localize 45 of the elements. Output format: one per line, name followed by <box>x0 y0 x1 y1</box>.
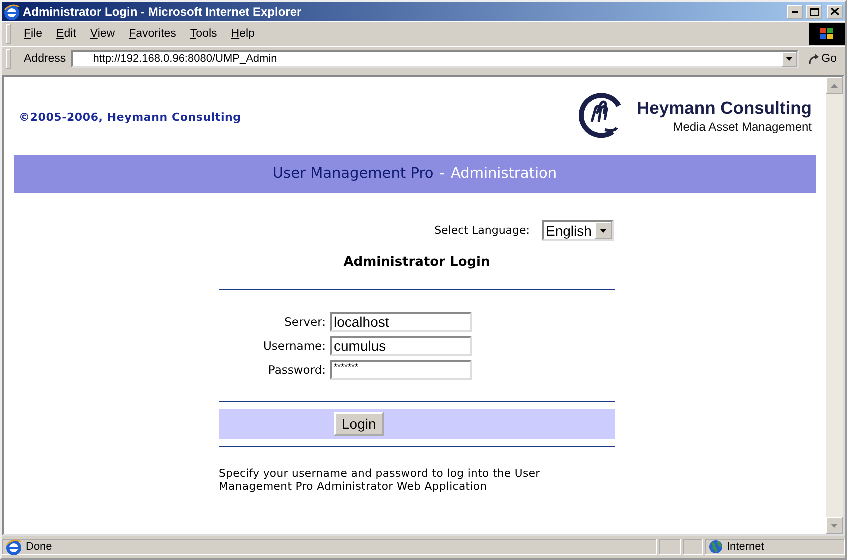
status-panel <box>659 539 681 555</box>
address-label: Address <box>23 53 66 65</box>
language-label: Select Language: <box>434 224 530 237</box>
menu-item[interactable]: Edit <box>50 28 84 40</box>
menu-item[interactable]: File <box>17 28 50 40</box>
window-title: Administrator Login - Microsoft Internet Explorer <box>23 4 303 18</box>
close-button[interactable] <box>827 4 843 18</box>
minimize-icon <box>792 10 798 12</box>
scroll-down-icon <box>831 524 838 528</box>
title-separator: - <box>440 166 445 182</box>
menu-item[interactable]: Tools <box>183 28 224 40</box>
go-arrow-icon <box>808 53 820 65</box>
minimize-button[interactable] <box>787 4 803 18</box>
menu-item[interactable]: Help <box>224 28 262 40</box>
zone-text: Internet <box>727 541 764 553</box>
dropdown-arrow-icon <box>600 228 607 232</box>
field-label: Server: <box>284 315 326 329</box>
login-heading: Administrator Login <box>342 255 492 270</box>
password-field[interactable]: ******* <box>330 360 472 380</box>
globe-icon <box>709 540 723 554</box>
menu-item[interactable]: View <box>83 28 122 40</box>
username-field[interactable]: cumulus <box>330 336 472 356</box>
go-button[interactable]: Go <box>804 53 841 65</box>
company-tagline: Media Asset Management <box>673 120 812 134</box>
menu-item[interactable]: Favorites <box>122 28 184 40</box>
product-title: User Management Pro <box>272 166 434 182</box>
field-label: Username: <box>262 339 326 353</box>
copyright-text: ©2005-2006, Heymann Consulting <box>19 110 242 124</box>
status-text: Done <box>26 541 52 553</box>
login-button[interactable]: Login <box>334 412 384 436</box>
flag-logo-icon <box>819 27 835 41</box>
dropdown-arrow-icon <box>786 57 793 61</box>
close-icon <box>831 8 839 15</box>
address-field[interactable]: http://192.168.0.96:8080/UMP_Admin <box>71 50 799 68</box>
company-name: Heymann Consulting <box>636 98 812 119</box>
scrollbar[interactable] <box>826 77 843 534</box>
scroll-up-icon <box>831 84 838 88</box>
maximize-icon <box>810 8 818 16</box>
language-select[interactable]: English <box>542 220 614 241</box>
field-label: Password: <box>267 363 326 377</box>
status-panel <box>683 539 703 555</box>
maximize-button[interactable] <box>806 4 822 18</box>
help-text: Specify your username and password to log into the User Management Pro Administrator Web Application <box>219 467 542 493</box>
section-title: Administration <box>450 166 558 182</box>
server-field[interactable]: localhost <box>330 312 472 332</box>
